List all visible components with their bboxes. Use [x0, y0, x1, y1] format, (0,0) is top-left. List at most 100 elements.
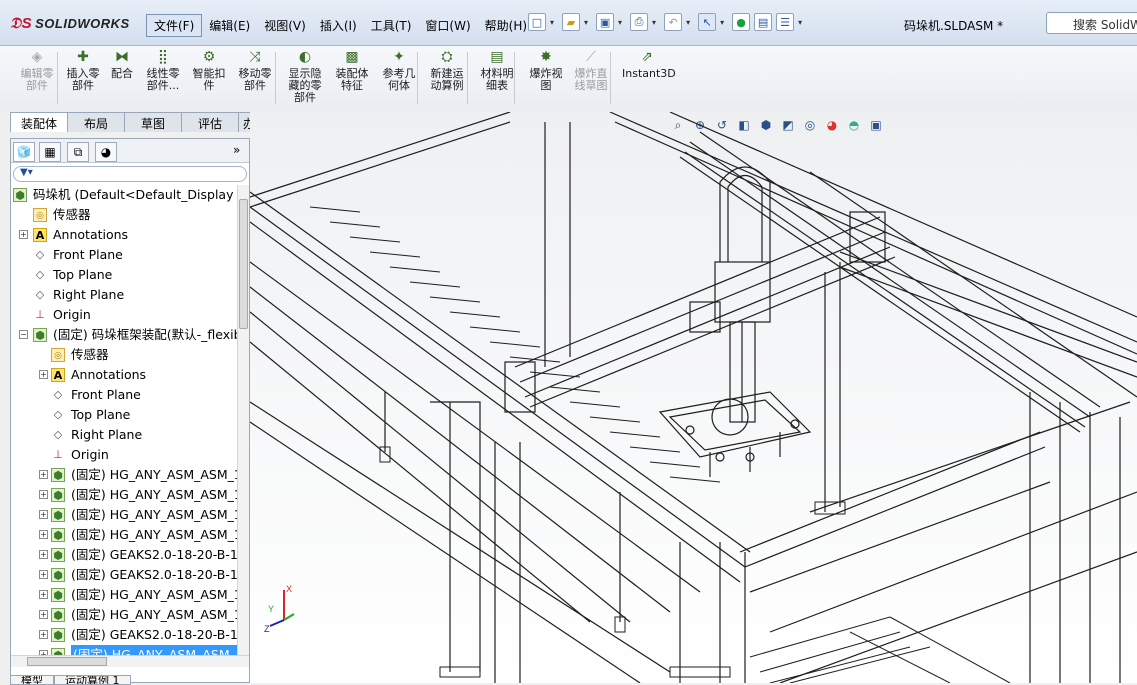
command-mate-button[interactable]: ⧓ 配合 [110, 48, 134, 80]
chevron-down-icon[interactable]: ▾ [618, 18, 622, 27]
tree-node[interactable]: +⬢(固定) HG_ANY_ASM_ASM_1_ [11, 605, 237, 625]
command-linear-pattern-button[interactable]: ⣿ 线性零 部件... [143, 48, 183, 92]
expand-panel-icon[interactable]: » [233, 143, 240, 157]
collapse-node-icon[interactable]: − [19, 330, 28, 339]
tree-node[interactable]: + ⬢ (固定) GEAKS2.0-18-20-B-14 [11, 625, 237, 645]
tree-node[interactable]: ⊥ Origin [11, 305, 237, 325]
display-manager-tab-icon[interactable]: ◕ [95, 142, 117, 162]
tree-node[interactable]: +⬢(固定) HG_ANY_ASM_ASM_1_ [11, 585, 237, 605]
tree-node-label: (固定) HG_ANY_ASM_ASM_1_ [71, 467, 237, 482]
chevron-down-icon[interactable]: ▾ [584, 18, 588, 27]
tree-node[interactable]: ◇ Right Plane [11, 285, 237, 305]
command-bom-button[interactable]: ▤ 材料明 细表 [478, 48, 516, 92]
tree-horizontal-scrollbar[interactable] [11, 655, 249, 667]
tree-node[interactable]: + ⬢ (固定) GEAKS2.0-18-20-B-14 [11, 545, 237, 565]
command-assembly-feature-button[interactable]: ▩ 装配体 特征 [333, 48, 371, 92]
menu-item-2[interactable]: 视图(V) [257, 15, 313, 36]
tree-node[interactable]: + ⬢ (固定) GEAKS2.0-18-20-B-14 [11, 565, 237, 585]
chevron-down-icon[interactable]: ▾ [652, 18, 656, 27]
tree-node[interactable]: + A Annotations [11, 225, 237, 245]
command-move-component-button[interactable]: ⤨ 移动零 部件 [236, 48, 274, 92]
command-tab-0[interactable]: 装配体 [10, 112, 68, 132]
tree-node[interactable]: ◇ Front Plane [11, 245, 237, 265]
command-edit-component-button[interactable]: ◈ 编辑零 部件 [18, 48, 56, 92]
expand-node-icon[interactable]: + [39, 530, 48, 539]
select-arrow-icon[interactable]: ↖ [698, 13, 717, 31]
command-instant3d-button[interactable]: ⇗ Instant3D [622, 48, 676, 80]
expand-node-icon[interactable]: + [39, 490, 48, 499]
search-input[interactable]: 搜索 SolidWorks [1046, 12, 1137, 34]
graphics-area[interactable]: ⌕ ⊕ ↺ ◧ ⬢ ◩ ◎ ◕ ◓ ▣ X Y Z [250, 112, 1137, 683]
file-properties-icon[interactable]: ▤ [754, 13, 773, 31]
expand-node-icon[interactable]: + [39, 370, 48, 379]
bottom-tab-0[interactable]: 模型 [10, 675, 54, 685]
tree-node[interactable]: + A Annotations [11, 365, 237, 385]
bottom-tab-1[interactable]: 运动算例 1 [54, 675, 131, 685]
chevron-down-icon[interactable]: ▾ [798, 18, 802, 27]
tree-node[interactable]: ◇ Right Plane [11, 425, 237, 445]
command-tab-1[interactable]: 布局 [67, 112, 125, 132]
expand-node-icon[interactable]: + [39, 550, 48, 559]
expand-node-icon[interactable]: + [39, 570, 48, 579]
menu-item-5[interactable]: 窗口(W) [418, 15, 477, 36]
rebuild-traffic-light-icon[interactable]: ● [732, 13, 751, 31]
assembly-icon: ⬢ [51, 548, 65, 562]
tree-node[interactable]: ◇ Top Plane [11, 405, 237, 425]
command-smart-fastener-button[interactable]: ⚙ 智能扣 件 [190, 48, 228, 92]
save-icon[interactable]: ▣ [596, 13, 615, 31]
expand-node-icon[interactable]: + [39, 470, 48, 479]
command-reference-geometry-button[interactable]: ✦ 参考几 何体 [380, 48, 418, 92]
new-document-icon[interactable]: □ [528, 13, 546, 31]
tree-vertical-scrollbar[interactable] [237, 185, 249, 655]
chevron-down-icon[interactable]: ▾ [550, 18, 554, 27]
command-explode-line-button[interactable]: ⟋ 爆炸直 线草图 [572, 48, 610, 92]
command-label: 显示隐 藏的零 部件 [288, 67, 322, 104]
command-label: 爆炸视 图 [529, 67, 563, 92]
tree-node[interactable]: +⬢(固定) HG_ANY_ASM_ASM_1_ [11, 485, 237, 505]
options-icon[interactable]: ☰ [776, 13, 795, 31]
configuration-manager-tab-icon[interactable]: ⧉ [67, 142, 89, 162]
solidworks-logo[interactable]: 𝔇S SOLIDWORKS [10, 15, 130, 32]
tree-node[interactable]: +⬢(固定) HG_ANY_ASM_ASM_1_ [11, 505, 237, 525]
tree-node[interactable]: ◇ Top Plane [11, 265, 237, 285]
command-exploded-view-button[interactable]: ✸ 爆炸视 图 [527, 48, 565, 92]
menu-item-4[interactable]: 工具(T) [364, 15, 419, 36]
expand-node-icon[interactable]: + [19, 230, 28, 239]
tree-node[interactable]: ◎ 传感器 [11, 345, 237, 365]
menu-bar: 文件(F) 编辑(E) 视图(V) 插入(I) 工具(T) 窗口(W) 帮助(H) [146, 13, 534, 37]
expand-node-icon[interactable]: + [39, 590, 48, 599]
chevron-down-icon[interactable]: ▾ [686, 18, 690, 27]
undo-icon[interactable]: ↶ [664, 13, 683, 31]
tree-filter-input[interactable]: ▼▾ [13, 166, 247, 182]
tree-node[interactable]: +⬢(固定) HG_ANY_ASM_ASM_1_ [11, 525, 237, 545]
menu-item-0[interactable]: 文件(F) [146, 13, 203, 37]
expand-node-icon[interactable]: + [39, 630, 48, 639]
command-motion-study-button[interactable]: ⛭ 新建运 动算例 [428, 48, 466, 92]
assembly-icon: ⬢ [51, 588, 65, 602]
command-tab-3[interactable]: 评估 [181, 112, 239, 132]
tree-node[interactable]: +⬢(固定) HG_ANY_ASM_ASM_1_ [11, 645, 237, 655]
scrollbar-thumb[interactable] [239, 199, 248, 329]
property-manager-tab-icon[interactable]: ▦ [39, 142, 61, 162]
command-insert-component-button[interactable]: ✚ 插入零 部件 [64, 48, 102, 92]
tree-node-label: Right Plane [71, 427, 143, 442]
tree-node[interactable]: ◇ Front Plane [11, 385, 237, 405]
menu-item-1[interactable]: 编辑(E) [202, 15, 257, 36]
tree-node[interactable]: ◎ 传感器 [11, 205, 237, 225]
tree-node[interactable]: ⊥ Origin [11, 445, 237, 465]
plane-icon: ◇ [35, 248, 45, 261]
expand-node-icon[interactable]: + [39, 510, 48, 519]
tree-node[interactable]: +⬢(固定) HG_ANY_ASM_ASM_1_ [11, 465, 237, 485]
menu-item-3[interactable]: 插入(I) [313, 15, 364, 36]
scrollbar-thumb[interactable] [27, 657, 107, 666]
print-icon[interactable]: ⎙ [630, 13, 649, 31]
command-tab-2[interactable]: 草图 [124, 112, 182, 132]
menu-item-6[interactable]: 帮助(H) [478, 15, 534, 36]
tree-node[interactable]: − ⬢ (固定) 码垛框架装配(默认-_flexible [11, 325, 237, 345]
chevron-down-icon[interactable]: ▾ [720, 18, 724, 27]
open-folder-icon[interactable]: ▰ [562, 13, 581, 31]
command-show-hidden-button[interactable]: ◐ 显示隐 藏的零 部件 [286, 48, 324, 104]
expand-node-icon[interactable]: + [39, 610, 48, 619]
feature-tree-tab-icon[interactable]: 🧊 [13, 142, 35, 162]
tree-node[interactable]: ⬢ 码垛机 (Default<Default_Display St [11, 185, 237, 205]
